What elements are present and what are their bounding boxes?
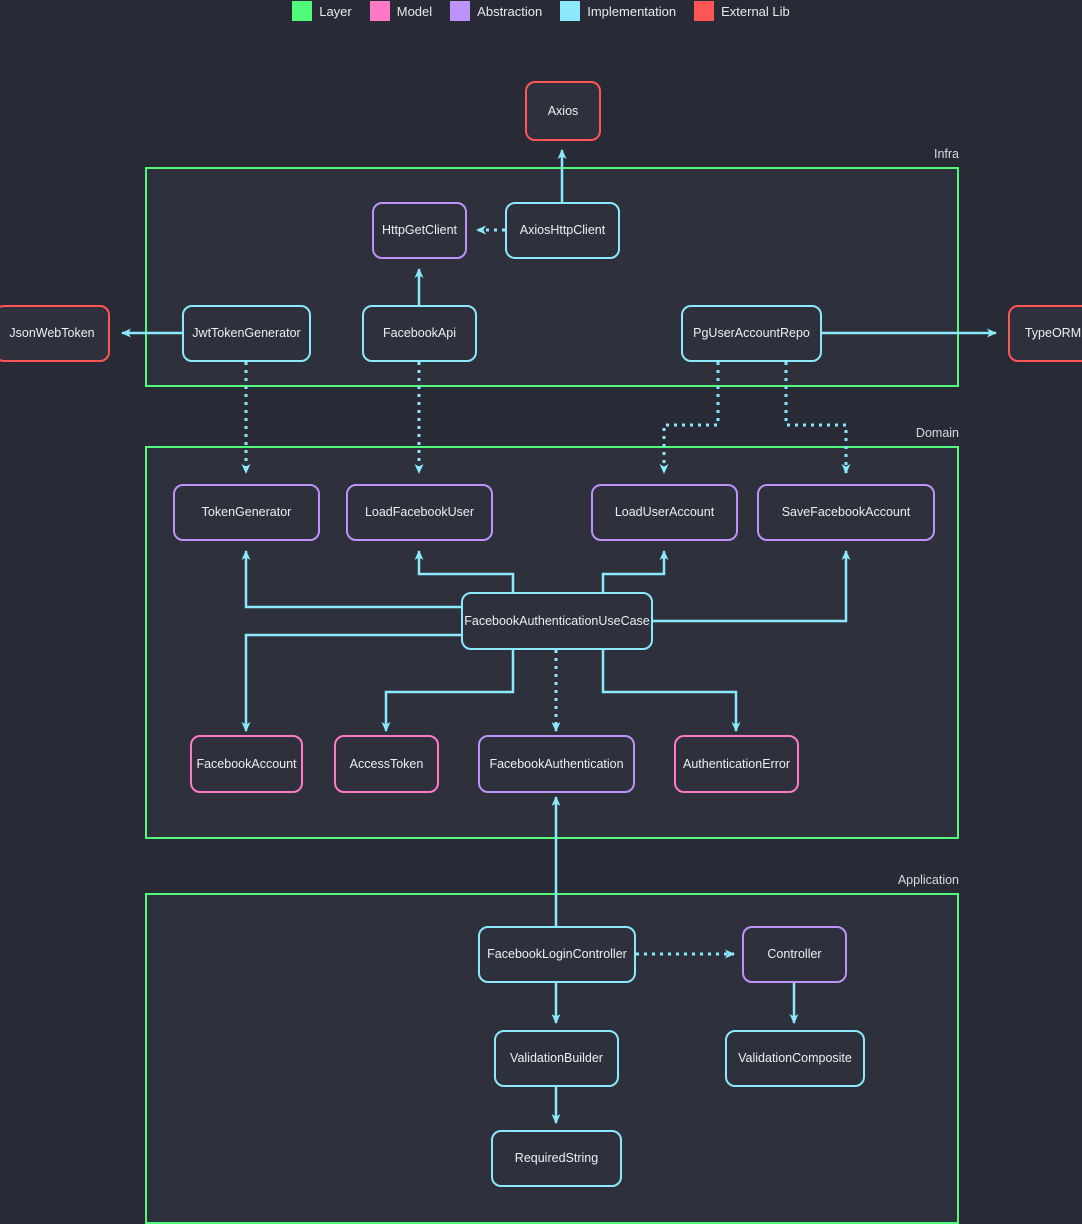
layer-label-domain: Domain (915, 426, 959, 440)
legend-item-external-lib: External Lib (694, 1, 790, 21)
legend-swatch-external-lib (694, 1, 715, 21)
node-facebookaccount[interactable]: FacebookAccount (190, 735, 303, 793)
legend-item-implementation: Implementation (560, 1, 676, 21)
node-validationbuilder[interactable]: ValidationBuilder (494, 1030, 619, 1087)
node-loaduseraccount[interactable]: LoadUserAccount (591, 484, 738, 541)
legend-label-layer: Layer (319, 3, 352, 19)
legend-swatch-abstraction (450, 1, 471, 21)
legend-label-abstraction: Abstraction (477, 3, 543, 19)
node-savefacebookaccount[interactable]: SaveFacebookAccount (757, 484, 935, 541)
legend-label-external-lib: External Lib (721, 3, 790, 19)
node-controller[interactable]: Controller (742, 926, 847, 983)
legend-swatch-implementation (560, 1, 581, 21)
node-typeorm[interactable]: TypeORM (1008, 305, 1082, 362)
node-jsonwebtoken[interactable]: JsonWebToken (0, 305, 110, 362)
node-validationcomposite[interactable]: ValidationComposite (725, 1030, 865, 1087)
legend-item-layer: Layer (292, 1, 352, 21)
legend-label-implementation: Implementation (587, 3, 677, 19)
architecture-diagram: Layer Model Abstraction Implementation E… (0, 0, 1082, 1224)
node-facebooklogincontroller[interactable]: FacebookLoginController (478, 926, 636, 983)
legend-item-abstraction: Abstraction (450, 1, 542, 21)
legend-item-model: Model (369, 1, 433, 21)
node-facebookapi[interactable]: FacebookApi (362, 305, 477, 362)
node-facebookauthentication[interactable]: FacebookAuthentication (478, 735, 635, 793)
layer-label-application: Application (897, 873, 959, 887)
legend-label-model: Model (396, 3, 433, 19)
node-facebookauthenticationusecase[interactable]: FacebookAuthenticationUseCase (461, 592, 653, 650)
node-requiredstring[interactable]: RequiredString (491, 1130, 622, 1187)
node-tokengenerator[interactable]: TokenGenerator (173, 484, 320, 541)
legend-swatch-model (369, 1, 390, 21)
node-accesstoken[interactable]: AccessToken (334, 735, 439, 793)
node-loadfacebookuser[interactable]: LoadFacebookUser (346, 484, 493, 541)
node-pguseraccountrepo[interactable]: PgUserAccountRepo (681, 305, 822, 362)
layer-label-infra: Infra (933, 147, 959, 161)
node-authenticationerror[interactable]: AuthenticationError (674, 735, 799, 793)
legend-swatch-layer (292, 1, 313, 21)
node-jwttokengenerator[interactable]: JwtTokenGenerator (182, 305, 311, 362)
legend: Layer Model Abstraction Implementation E… (0, 0, 1082, 22)
node-httpgetclient[interactable]: HttpGetClient (372, 202, 467, 259)
node-axioshttpclient[interactable]: AxiosHttpClient (505, 202, 620, 259)
node-axios[interactable]: Axios (525, 81, 601, 141)
